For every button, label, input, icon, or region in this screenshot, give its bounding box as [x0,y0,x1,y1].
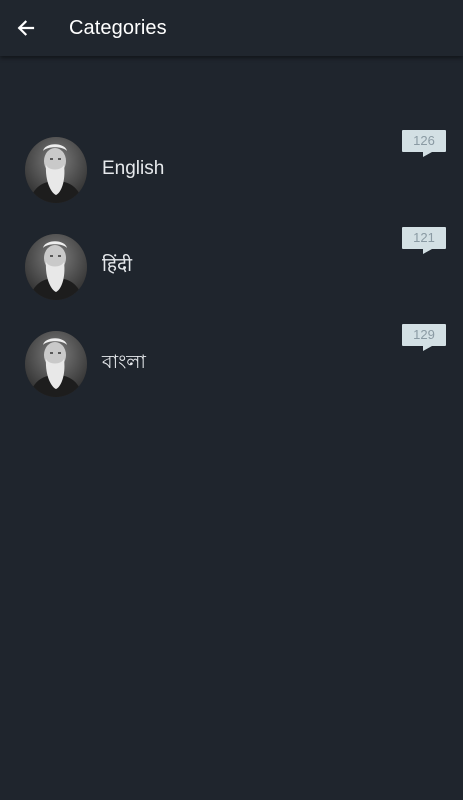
portrait-avatar [25,137,87,203]
category-item-bangla[interactable]: বাংলা 129 [0,314,463,411]
count-text: 129 [413,327,435,342]
count-badge: 129 [402,324,446,351]
category-label: English [102,158,165,179]
category-list: English 126 हिंदी 121 বাংলা 129 [0,120,463,411]
arrow-left-icon [17,20,35,36]
portrait-avatar [25,331,87,397]
count-text: 126 [413,133,435,148]
count-text: 121 [413,230,435,245]
toolbar: Categories [0,0,463,56]
count-badge: 121 [402,227,446,254]
app-screen: Categories English 126 हिंदी 121 বাংলা 1… [0,0,463,800]
portrait-avatar [25,234,87,300]
category-item-english[interactable]: English 126 [0,120,463,217]
category-label: বাংলা [102,352,146,373]
count-badge: 126 [402,130,446,157]
category-label: हिंदी [102,255,133,276]
page-title: Categories [69,17,167,39]
category-item-hindi[interactable]: हिंदी 121 [0,217,463,314]
back-button[interactable] [10,12,42,44]
